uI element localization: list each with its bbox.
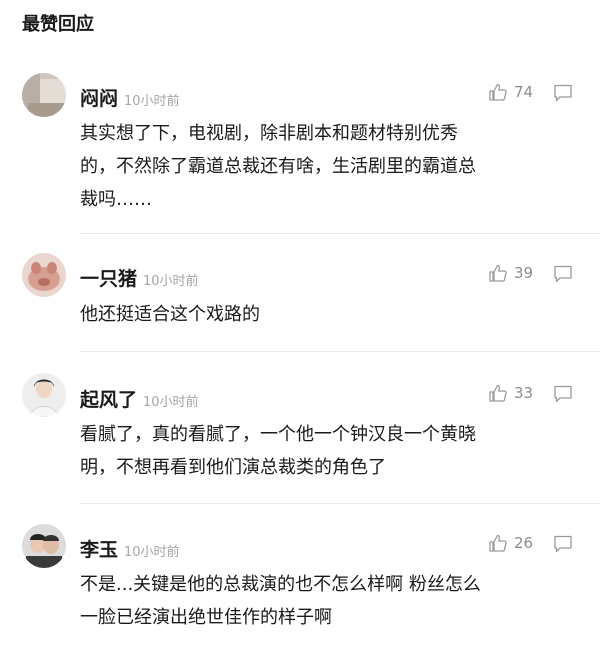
comment-bubble-icon[interactable]: [553, 385, 573, 407]
thumbs-up-icon: [489, 264, 507, 282]
timestamp: 10小时前: [143, 274, 199, 289]
like-count: 39: [514, 264, 534, 282]
comment-bubble-icon[interactable]: [553, 535, 573, 557]
like-button[interactable]: 26: [488, 533, 533, 553]
username[interactable]: 一只猪 10小时前: [80, 264, 199, 291]
thumbs-up-icon: [489, 384, 507, 402]
username-text: 起风了: [80, 389, 138, 411]
username[interactable]: 起风了 10小时前: [80, 385, 199, 412]
username-text: 一只猪: [80, 268, 138, 290]
comment-bubble-icon[interactable]: [553, 265, 573, 287]
username[interactable]: 李玉 10小时前: [80, 535, 180, 562]
comment-text: 不是...关键是他的总裁演的也不怎么样啊 粉丝怎么 一脸已经演出绝世佳作的样子啊: [80, 574, 481, 628]
thumbs-up-icon: [489, 534, 507, 552]
like-button[interactable]: 33: [488, 383, 533, 403]
divider: [80, 351, 600, 352]
avatar[interactable]: [22, 73, 66, 117]
like-count: 33: [514, 384, 534, 402]
comment-text: 其实想了下，电视剧，除非剧本和题材特别优秀 的，不然除了霸道总裁还有啥，生活剧里…: [80, 123, 476, 210]
like-button[interactable]: 74: [488, 82, 533, 102]
thumbs-up-icon: [489, 83, 507, 101]
timestamp: 10小时前: [124, 545, 180, 560]
username-text: 李玉: [80, 539, 119, 561]
avatar[interactable]: [22, 524, 66, 568]
like-count: 26: [514, 534, 534, 552]
avatar[interactable]: [22, 373, 66, 417]
username[interactable]: 闷闷 10小时前: [80, 84, 180, 111]
username-text: 闷闷: [80, 88, 119, 110]
comment-text: 他还挺适合这个戏路的: [80, 304, 260, 325]
timestamp: 10小时前: [124, 94, 180, 109]
divider: [80, 503, 600, 504]
comment-text: 看腻了，真的看腻了，一个他一个钟汉良一个黄晓 明，不想再看到他们演总裁类的角色了: [80, 424, 476, 478]
timestamp: 10小时前: [143, 395, 199, 410]
like-count: 74: [514, 83, 534, 101]
section-title: 最赞回应: [22, 14, 94, 35]
like-button[interactable]: 39: [488, 263, 533, 283]
divider: [80, 233, 600, 234]
avatar[interactable]: [22, 253, 66, 297]
comment-bubble-icon[interactable]: [553, 84, 573, 106]
